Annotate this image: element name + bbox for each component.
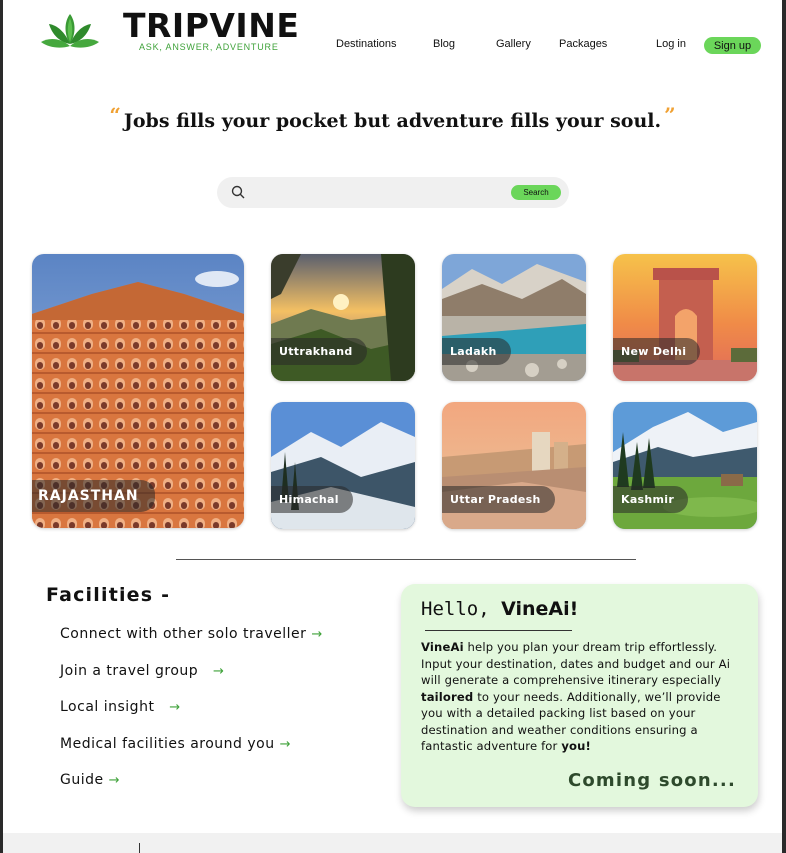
arrow-right-icon: →	[169, 700, 181, 715]
quote-text: Jobs fills your pocket but adventure fil…	[123, 110, 662, 132]
facility-label: Medical facilities around you	[60, 736, 275, 752]
tailored-emphasis: tailored	[421, 689, 474, 704]
vineai-brand: VineAi	[421, 640, 464, 654]
lotus-logo-icon[interactable]	[39, 12, 101, 52]
search-bar: Search	[217, 177, 569, 208]
facility-label: Local insight	[60, 699, 155, 715]
facility-item[interactable]: Connect with other solo traveller →	[60, 626, 323, 642]
destination-card-uttar-pradesh[interactable]: Uttar Pradesh	[442, 402, 586, 529]
page: TRIPVINE ASK, ANSWER, ADVENTURE Destinat…	[3, 0, 782, 853]
destination-card-new-delhi[interactable]: New Delhi	[613, 254, 757, 381]
arrow-right-icon: →	[213, 664, 225, 679]
destination-label: Uttrakhand	[271, 338, 367, 365]
facilities-title: Facilities -	[46, 584, 171, 606]
destination-label: Ladakh	[442, 338, 511, 365]
open-quote-mark: “	[109, 103, 121, 127]
destination-card-rajasthan[interactable]: RAJASTHAN	[32, 254, 244, 528]
facility-item[interactable]: Guide →	[60, 772, 120, 788]
destination-label: Kashmir	[613, 486, 689, 513]
nav-destinations[interactable]: Destinations	[336, 38, 397, 50]
footer-divider	[139, 843, 140, 853]
facility-item[interactable]: Medical facilities around you →	[60, 736, 291, 752]
arrow-right-icon: →	[108, 773, 120, 788]
login-link[interactable]: Log in	[656, 38, 686, 50]
destination-card-himachal[interactable]: Himachal	[271, 402, 415, 529]
destination-label: RAJASTHAN	[32, 480, 155, 512]
search-button[interactable]: Search	[511, 185, 561, 200]
footer	[3, 833, 782, 853]
arrow-right-icon: →	[279, 737, 291, 752]
vineai-description: VineAi help you plan your dream trip eff…	[421, 639, 746, 755]
facility-label: Join a travel group	[60, 663, 199, 679]
destination-label: Himachal	[271, 486, 353, 513]
vineai-underline	[425, 630, 572, 631]
facility-label: Connect with other solo traveller	[60, 626, 307, 642]
nav-blog[interactable]: Blog	[433, 38, 455, 50]
signup-button[interactable]: Sign up	[704, 37, 761, 54]
facility-label: Guide	[60, 772, 104, 788]
search-icon	[231, 185, 245, 199]
destination-card-kashmir[interactable]: Kashmir	[613, 402, 757, 529]
vineai-card: Hello, VineAi! VineAi help you plan your…	[401, 584, 758, 807]
vineai-greeting: Hello, VineAi!	[421, 598, 578, 620]
coming-soon-label: Coming soon...	[567, 770, 736, 791]
vineai-name: VineAi!	[501, 598, 579, 620]
you-emphasis: you!	[561, 739, 591, 753]
close-quote-mark: ”	[664, 103, 676, 127]
facility-item[interactable]: Local insight →	[60, 699, 181, 715]
arrow-right-icon: →	[311, 627, 323, 642]
greeting-text: Hello,	[421, 598, 490, 620]
description-part: help you plan your dream trip effortless…	[421, 640, 731, 687]
destination-label: Uttar Pradesh	[442, 486, 555, 513]
destination-card-ladakh[interactable]: Ladakh	[442, 254, 586, 381]
section-divider	[176, 559, 636, 560]
destination-card-uttrakhand[interactable]: Uttrakhand	[271, 254, 415, 381]
brand-name[interactable]: TRIPVINE	[123, 9, 299, 42]
brand-tagline: ASK, ANSWER, ADVENTURE	[139, 42, 279, 52]
search-input[interactable]	[253, 183, 503, 202]
hero-quote: “Jobs fills your pocket but adventure fi…	[3, 103, 782, 132]
nav-packages[interactable]: Packages	[559, 38, 607, 50]
facility-item[interactable]: Join a travel group →	[60, 663, 224, 679]
nav-gallery[interactable]: Gallery	[496, 38, 531, 50]
destination-label: New Delhi	[613, 338, 701, 365]
